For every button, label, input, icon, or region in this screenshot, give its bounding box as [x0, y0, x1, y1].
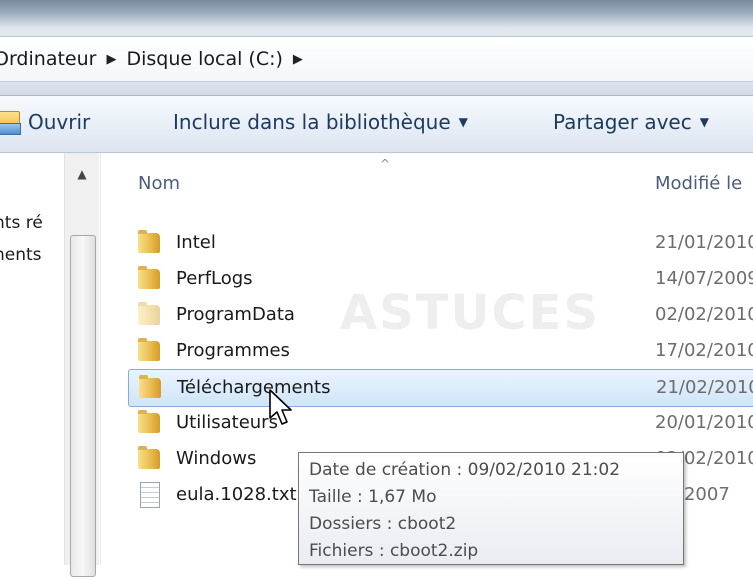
file-name: Téléchargements	[177, 377, 331, 398]
file-date: 17/02/2010	[655, 340, 753, 361]
address-bar-area: Ordinateur ▶ Disque local (C:) ▶	[0, 0, 753, 96]
open-folder-icon	[0, 111, 21, 135]
hidden-folder-icon	[138, 302, 160, 325]
sort-ascending-icon: ^	[380, 157, 391, 171]
folder-icon	[138, 266, 160, 289]
column-header-name[interactable]: Nom	[138, 173, 180, 194]
mouse-cursor-icon	[269, 389, 292, 425]
breadcrumb[interactable]: Ordinateur ▶ Disque local (C:) ▶	[0, 36, 753, 82]
tooltip-files: Fichiers : cboot2.zip	[309, 541, 479, 561]
tooltip-creation-date: Date de création : 09/02/2010 21:02	[309, 460, 621, 480]
watermark-logo: ASTUCES	[340, 285, 601, 341]
nav-item-recent[interactable]: nts ré	[0, 213, 43, 233]
file-name: Windows	[176, 448, 257, 469]
command-bar: Ouvrir Inclure dans la bibliothèque ▼ Pa…	[0, 96, 753, 153]
share-label: Partager avec	[553, 110, 692, 134]
nav-item-documents[interactable]: nents	[0, 245, 42, 265]
dropdown-caret-icon: ▼	[458, 115, 468, 129]
column-header-date[interactable]: Modifié le	[655, 173, 742, 194]
open-label: Ouvrir	[28, 110, 91, 134]
file-row-telechargements[interactable]: Téléchargements 21/02/2010	[128, 369, 753, 407]
file-name: PerfLogs	[176, 268, 253, 289]
file-date: 14/07/2009	[655, 268, 753, 289]
folder-icon	[138, 410, 160, 433]
scroll-up-icon[interactable]: ▲	[65, 163, 99, 185]
include-label: Inclure dans la bibliothèque	[173, 110, 451, 134]
folder-icon	[138, 446, 160, 469]
folder-info-tooltip: Date de création : 09/02/2010 21:02 Tail…	[298, 452, 684, 565]
share-with-button[interactable]: Partager avec ▼	[553, 110, 709, 134]
folder-icon	[138, 338, 160, 361]
file-date: 02/02/2010	[655, 304, 753, 325]
file-name: Programmes	[176, 340, 290, 361]
file-name: Utilisateurs	[176, 412, 278, 433]
file-date: 20/01/2010	[655, 412, 753, 433]
text-file-icon	[140, 482, 160, 508]
file-name: Intel	[176, 232, 216, 253]
file-row-utilisateurs[interactable]: Utilisateurs 20/01/2010	[128, 405, 753, 441]
scroll-thumb[interactable]	[70, 235, 96, 577]
folder-icon	[138, 230, 160, 253]
nav-scrollbar[interactable]: ▲	[64, 153, 99, 577]
file-date: 21/02/2010	[656, 377, 753, 398]
breadcrumb-computer[interactable]: Ordinateur	[0, 48, 102, 70]
folder-icon	[139, 375, 161, 398]
include-in-library-button[interactable]: Inclure dans la bibliothèque ▼	[173, 110, 468, 134]
breadcrumb-local-disk[interactable]: Disque local (C:)	[120, 48, 288, 70]
file-row-intel[interactable]: Intel 21/01/2010	[128, 225, 753, 261]
tooltip-folders: Dossiers : cboot2	[309, 514, 457, 534]
column-header-row: ^ Nom Modifié le	[100, 153, 753, 209]
file-date: 21/01/2010	[655, 232, 753, 253]
breadcrumb-arrow-icon[interactable]: ▶	[289, 52, 307, 67]
breadcrumb-arrow-icon[interactable]: ▶	[102, 52, 120, 67]
open-button[interactable]: Ouvrir	[0, 110, 91, 135]
tooltip-size: Taille : 1,67 Mo	[309, 487, 437, 507]
dropdown-caret-icon: ▼	[699, 115, 709, 129]
file-name: ProgramData	[176, 304, 295, 325]
file-name: eula.1028.txt	[176, 484, 297, 505]
